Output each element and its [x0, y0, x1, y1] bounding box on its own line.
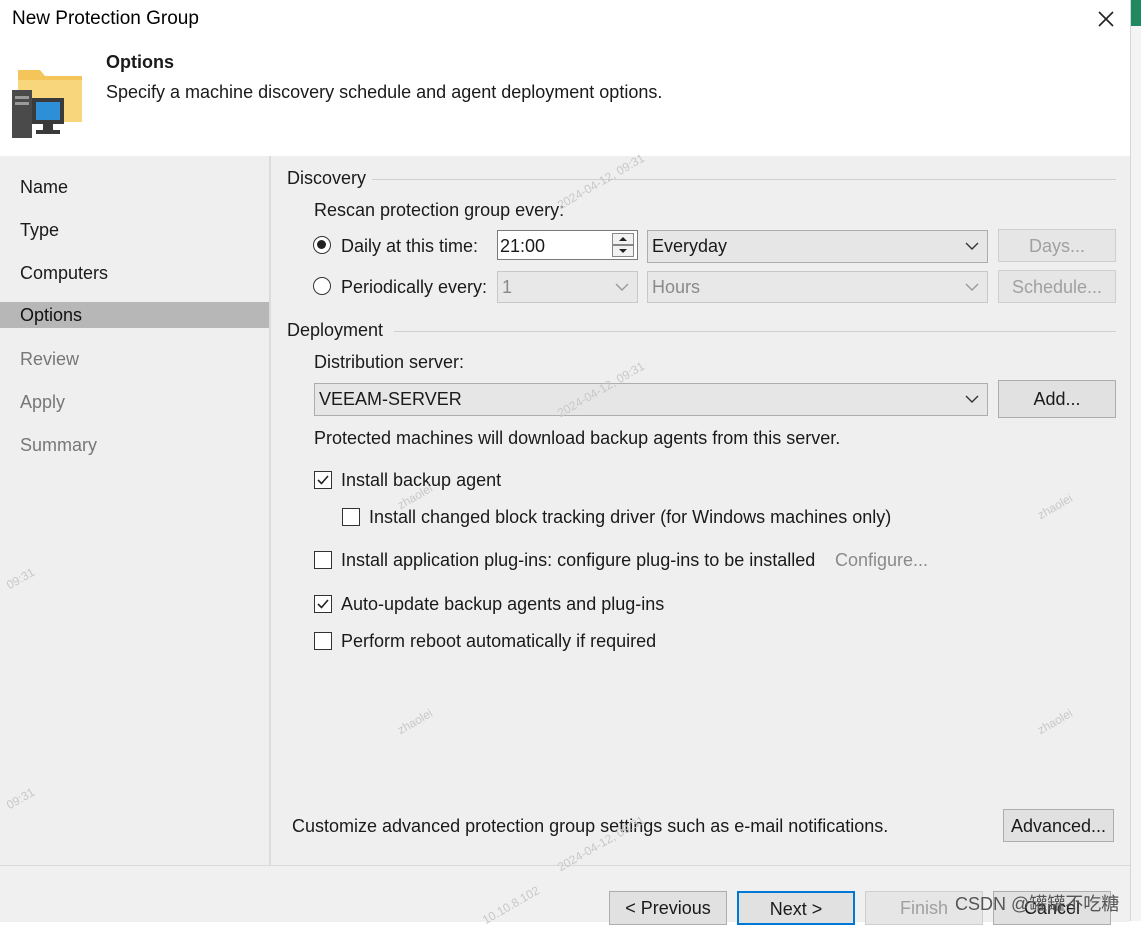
days-combo-value: Everyday [652, 236, 728, 256]
close-icon [1098, 11, 1114, 27]
distribution-server-combo[interactable]: VEEAM-SERVER [314, 383, 988, 416]
step-name[interactable]: Name [0, 174, 269, 200]
step-options[interactable]: Options [0, 302, 269, 328]
daily-radio[interactable] [313, 236, 331, 254]
wizard-steps-sidebar: Name Type Computers Options Review Apply… [0, 156, 269, 865]
page-subtitle: Specify a machine discovery schedule and… [106, 82, 663, 102]
periodic-unit: Hours [652, 277, 701, 297]
protection-group-icon [12, 62, 84, 140]
background-window-edge [1130, 0, 1141, 921]
csdn-credit: CSDN @罐罐不吃糖 [955, 894, 1120, 914]
advanced-note: Customize advanced protection group sett… [292, 816, 889, 836]
daily-label[interactable]: Daily at this time: [341, 236, 478, 257]
distribution-server-label: Distribution server: [314, 352, 465, 372]
chevron-down-icon [965, 395, 979, 403]
checkmark-icon [317, 475, 329, 485]
deployment-divider [394, 331, 1116, 332]
chevron-down-icon [965, 242, 979, 250]
configure-plugins-link: Configure... [835, 550, 929, 570]
advanced-button[interactable]: Advanced... [1003, 809, 1114, 842]
periodic-label[interactable]: Periodically every: [341, 277, 487, 298]
step-apply: Apply [20, 392, 66, 412]
install-cbt-label[interactable]: Install changed block tracking driver (f… [369, 507, 891, 528]
auto-update-checkbox[interactable] [314, 595, 332, 613]
rescan-label: Rescan protection group every: [314, 200, 565, 220]
step-type[interactable]: Type [0, 217, 269, 243]
previous-button[interactable]: < Previous [609, 891, 727, 925]
distribution-server-value: VEEAM-SERVER [319, 389, 462, 409]
periodic-radio[interactable] [313, 277, 331, 295]
step-summary: Summary [20, 435, 98, 455]
discovery-group-label: Discovery [287, 168, 367, 188]
days-combo[interactable]: Everyday [647, 230, 988, 263]
step-review: Review [20, 349, 80, 369]
discovery-divider [372, 179, 1116, 180]
periodic-unit-combo: Hours [647, 271, 988, 303]
install-plugins-label[interactable]: Install application plug-ins: configure … [341, 550, 815, 571]
time-value: 21:00 [500, 236, 546, 256]
window-title: New Protection Group [12, 8, 199, 29]
periodic-value-combo: 1 [497, 271, 638, 303]
days-button[interactable]: Days... [998, 229, 1116, 262]
deployment-group-label: Deployment [287, 320, 384, 340]
chevron-down-icon [965, 283, 979, 291]
install-plugins-checkbox[interactable] [314, 551, 332, 569]
time-spinner[interactable] [612, 233, 634, 257]
chevron-down-icon [615, 283, 629, 291]
page-title: Options [106, 52, 174, 72]
install-cbt-checkbox[interactable] [342, 508, 360, 526]
periodic-value: 1 [502, 277, 513, 297]
next-button[interactable]: Next > [737, 891, 855, 925]
reboot-checkbox[interactable] [314, 632, 332, 650]
add-server-button[interactable]: Add... [998, 380, 1116, 418]
step-computers[interactable]: Computers [0, 260, 269, 286]
auto-update-label[interactable]: Auto-update backup agents and plug-ins [341, 594, 664, 615]
checkmark-icon [317, 599, 329, 609]
time-input[interactable]: 21:00 [497, 230, 638, 260]
schedule-button: Schedule... [998, 270, 1116, 303]
distribution-note: Protected machines will download backup … [314, 428, 841, 448]
reboot-label[interactable]: Perform reboot automatically if required [341, 631, 656, 652]
install-agent-checkbox[interactable] [314, 471, 332, 489]
close-button[interactable] [1093, 6, 1119, 32]
